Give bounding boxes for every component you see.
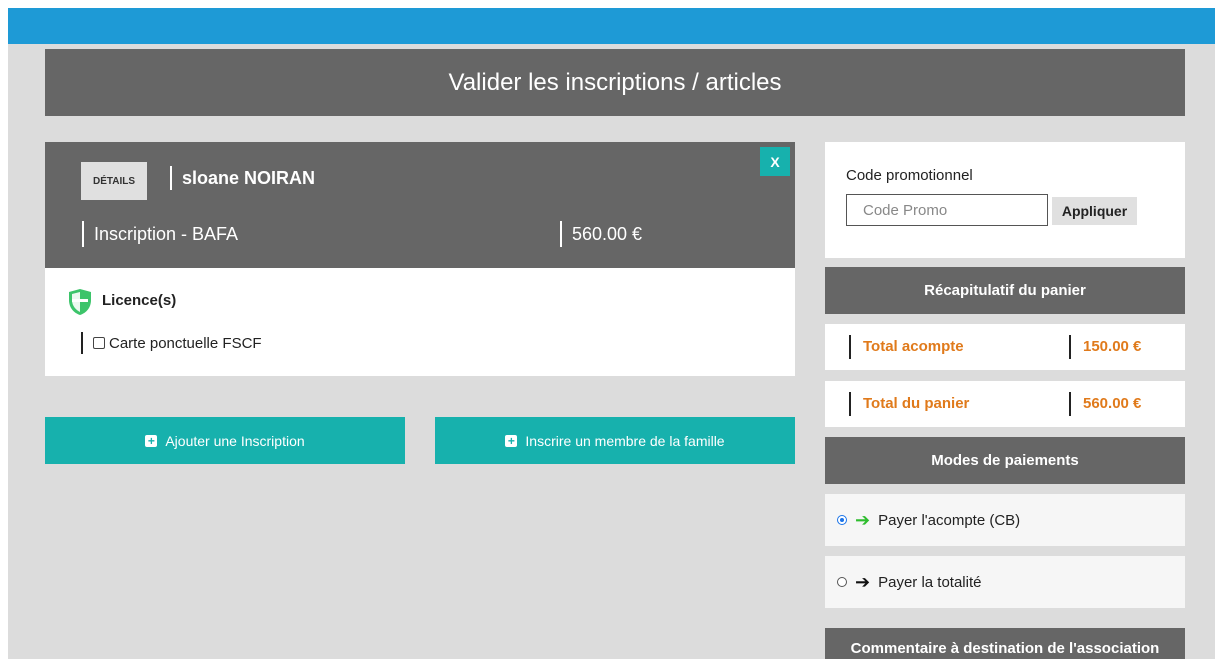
top-bar [8, 8, 1215, 44]
arrow-right-icon: ➔ [855, 572, 871, 592]
promo-box: Code promotionnel Appliquer [825, 142, 1185, 258]
licence-option-label: Carte ponctuelle FSCF [109, 334, 262, 352]
remove-item-button[interactable]: X [760, 147, 790, 176]
shield-icon [69, 289, 91, 315]
item-label: Inscription - BAFA [82, 221, 238, 247]
add-registration-label: Ajouter une Inscription [165, 432, 305, 449]
cart-total-row: Total du panier 560.00 € [825, 381, 1185, 427]
plus-icon: + [145, 434, 158, 447]
promo-code-input[interactable] [846, 194, 1048, 226]
licences-title: Licence(s) [102, 292, 177, 309]
summary-header: Récapitulatif du panier [825, 267, 1185, 314]
add-family-member-button[interactable]: + Inscrire un membre de la famille [435, 417, 795, 464]
cart-total-value: 560.00 € [1069, 392, 1141, 416]
promo-label: Code promotionnel [846, 167, 973, 184]
deposit-total-value: 150.00 € [1069, 335, 1141, 359]
payment-option-label: Payer la totalité [878, 573, 982, 591]
add-registration-button[interactable]: + Ajouter une Inscription [45, 417, 405, 464]
deposit-total-label: Total acompte [849, 335, 964, 359]
cart-item-body: Licence(s) Carte ponctuelle FSCF [45, 268, 795, 376]
radio-full[interactable] [837, 577, 847, 587]
deposit-total-row: Total acompte 150.00 € [825, 324, 1185, 370]
details-button[interactable]: DÉTAILS [81, 162, 147, 200]
apply-promo-button[interactable]: Appliquer [1052, 197, 1137, 225]
cart-total-label: Total du panier [849, 392, 969, 416]
payment-option-label: Payer l'acompte (CB) [878, 511, 1021, 529]
payment-header: Modes de paiements [825, 437, 1185, 484]
payment-option-full[interactable]: ➔ Payer la totalité [825, 556, 1185, 608]
arrow-right-icon: ➔ [855, 510, 871, 530]
page-title: Valider les inscriptions / articles [45, 49, 1185, 116]
item-price: 560.00 € [560, 221, 642, 247]
payment-option-deposit[interactable]: ➔ Payer l'acompte (CB) [825, 494, 1185, 546]
radio-deposit[interactable] [837, 515, 847, 525]
plus-icon: + [505, 434, 518, 447]
member-name: sloane NOIRAN [170, 166, 315, 190]
cart-item-header: DÉTAILS sloane NOIRAN X Inscription - BA… [45, 142, 795, 268]
add-family-member-label: Inscrire un membre de la famille [525, 432, 725, 449]
comment-header: Commentaire à destination de l'associati… [825, 628, 1185, 659]
licence-checkbox[interactable] [93, 337, 105, 349]
licence-option[interactable]: Carte ponctuelle FSCF [81, 332, 262, 354]
